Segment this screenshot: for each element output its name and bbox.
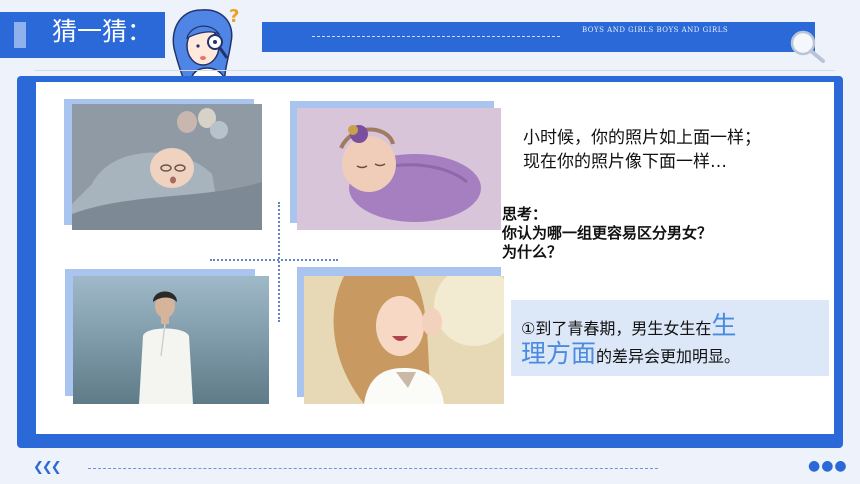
divider-vertical xyxy=(278,202,280,322)
think-question-line-2: 为什么？ xyxy=(502,243,563,261)
more-dots-icon[interactable]: ●●● xyxy=(808,458,848,474)
baby-photo-1 xyxy=(72,104,262,230)
think-question-line-1: 你认为哪一组更容易区分男女？ xyxy=(502,224,713,242)
footer-dashed-line xyxy=(88,468,658,469)
header-bar xyxy=(262,22,815,52)
teen-girl-photo xyxy=(304,276,504,404)
previous-arrows-icon[interactable]: ❮❮❮ xyxy=(33,460,62,475)
answer-line-2: 理方面的差异会更加明显。 xyxy=(521,334,740,370)
teen-boy-photo xyxy=(73,276,269,404)
answer-highlight-2: 理方面 xyxy=(521,339,597,368)
intro-text-line-2: 现在你的照片像下面一样… xyxy=(523,152,727,172)
divider-horizontal xyxy=(210,259,338,261)
header-dashed-line xyxy=(312,36,560,37)
think-label: 思考： xyxy=(502,205,548,223)
page-title: 猜一猜： xyxy=(52,17,153,46)
svg-text:?: ? xyxy=(229,6,239,27)
baby-photo-2 xyxy=(297,108,501,230)
intro-text-line-1: 小时候，你的照片如上面一样； xyxy=(523,128,761,148)
header-caption: BOYS AND GIRLS BOYS AND GIRLS xyxy=(582,26,729,34)
answer-suffix: 的差异会更加明显。 xyxy=(596,347,741,366)
title-marker xyxy=(14,22,26,48)
header-divider xyxy=(35,70,835,71)
magnifier-icon xyxy=(790,30,825,63)
